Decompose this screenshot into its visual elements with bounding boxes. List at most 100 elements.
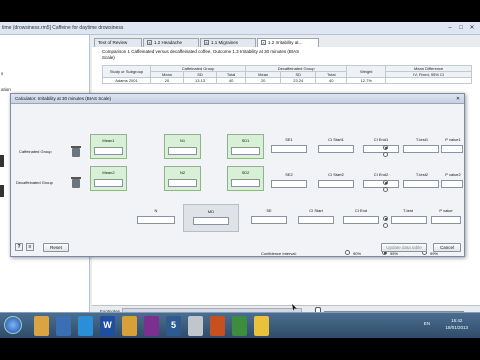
trash-icon[interactable] <box>71 146 81 157</box>
sd2-input[interactable] <box>231 179 260 187</box>
tab-headache[interactable]: × 1.2 Headache <box>143 38 199 47</box>
table-cell[interactable]: 12.7% <box>346 77 387 84</box>
sd2-label: SD2 <box>241 170 250 175</box>
ci-start2-input[interactable] <box>318 180 354 188</box>
p-value1-input[interactable] <box>441 145 463 153</box>
tab-migraines[interactable]: × 1.1 Migraines <box>200 38 256 47</box>
app-icon[interactable] <box>210 316 225 336</box>
ci-end-input[interactable] <box>343 216 379 224</box>
tab-irritability[interactable]: × 1.2 Irritability at... <box>257 38 319 47</box>
t-test1-radio-b[interactable] <box>383 152 388 157</box>
table-cell[interactable]: 13.13 <box>183 77 218 84</box>
sd1-label: SD1 <box>241 138 250 143</box>
se-label: SE <box>266 208 272 213</box>
t-test2-radio-b[interactable] <box>383 187 388 192</box>
close-tab-icon[interactable]: × <box>204 40 209 46</box>
reset-button[interactable]: Reset <box>43 243 69 252</box>
app-icon[interactable] <box>254 316 269 336</box>
update-data-table-button[interactable]: Update data table <box>381 243 427 252</box>
help-button[interactable]: ? <box>15 243 23 251</box>
n-label: N <box>154 208 158 213</box>
t-test-radio-a[interactable] <box>383 216 388 221</box>
t-test1-input[interactable] <box>403 145 439 153</box>
table-cell[interactable]: 40 <box>216 77 247 84</box>
ie-icon[interactable] <box>78 316 93 336</box>
clock[interactable]: 15:42 18/01/2013 <box>445 317 468 331</box>
t-test1-radio-a[interactable] <box>383 145 388 150</box>
t-test2-label: T-test2 <box>415 172 429 177</box>
calculator-icon[interactable]: ≡ <box>26 243 34 251</box>
ci-end-label: CI End <box>354 208 368 213</box>
n-input[interactable] <box>137 216 175 224</box>
ci-start-label: CI Start <box>309 208 323 213</box>
t-test2-radio-a[interactable] <box>383 180 388 185</box>
mean1-cell: Mean1 <box>90 134 127 159</box>
conf-90-radio[interactable] <box>345 250 350 255</box>
se2-input[interactable] <box>271 180 307 188</box>
minimize-icon[interactable]: – <box>446 24 454 32</box>
table-cell[interactable]: 20 <box>245 77 282 84</box>
cancel-button[interactable]: Cancel <box>433 243 461 252</box>
maximize-icon[interactable]: □ <box>457 24 465 32</box>
language-indicator[interactable]: EN <box>424 321 430 326</box>
t-test-input[interactable] <box>391 216 427 224</box>
app-icon[interactable] <box>188 316 203 336</box>
se1-input[interactable] <box>271 145 307 153</box>
p-value-input[interactable] <box>431 216 461 224</box>
p-value2-input[interactable] <box>441 180 463 188</box>
tree-item[interactable]: s <box>1 71 3 76</box>
explorer-icon[interactable] <box>34 316 49 336</box>
md-label: MD <box>207 209 215 214</box>
ci-start1-input[interactable] <box>318 145 354 153</box>
app-title: time (drowsiness.rm5] Caffeine for dayti… <box>2 25 124 31</box>
tab-text-of-review[interactable]: Text of Review <box>94 38 142 47</box>
trash-icon[interactable] <box>71 177 81 188</box>
mean1-label: Mean1 <box>102 138 115 143</box>
table-cell[interactable]: Adams 2001 <box>102 77 151 84</box>
mean2-input[interactable] <box>94 179 123 187</box>
md-input[interactable] <box>193 217 229 225</box>
close-tab-icon[interactable]: × <box>147 40 152 46</box>
tree-item[interactable]: ation <box>1 87 11 92</box>
confidence-label: Confidence Interval: <box>261 251 297 256</box>
table-cell[interactable]: 20 <box>149 77 185 84</box>
screen: time (drowsiness.rm5] Caffeine for dayti… <box>0 22 480 338</box>
table-row[interactable]: Adams 2001 20 13.13 40 20 23.24 40 12.7% <box>102 77 472 84</box>
ci-start-input[interactable] <box>298 216 334 224</box>
word-icon[interactable]: W <box>100 316 115 336</box>
n1-input[interactable] <box>168 147 197 155</box>
caffeinated-group-label: Caffeinated Group <box>19 149 52 154</box>
app5-icon[interactable]: 5 <box>166 316 181 336</box>
close-icon[interactable]: ✕ <box>455 96 461 102</box>
se1-label: SE1 <box>285 137 293 142</box>
t-test-radio-b[interactable] <box>383 223 388 228</box>
start-button[interactable] <box>4 316 22 334</box>
conf-90-label: 90% <box>353 251 362 256</box>
ci-end1-input[interactable] <box>363 145 399 153</box>
table-cell[interactable] <box>385 77 472 84</box>
decaffeinated-group-label: Decaffeinated Group <box>16 180 53 185</box>
outlook-icon[interactable] <box>122 316 137 336</box>
table-cell[interactable]: 23.24 <box>280 77 317 84</box>
close-icon[interactable]: ✕ <box>468 24 476 32</box>
excel-icon[interactable] <box>232 316 247 336</box>
revman-icon[interactable] <box>144 316 159 336</box>
md-cell: MD <box>183 204 239 232</box>
close-tab-icon[interactable]: × <box>261 40 266 46</box>
media-icon[interactable] <box>56 316 71 336</box>
sd1-input[interactable] <box>231 147 260 155</box>
n1-cell: N1 <box>164 134 201 159</box>
ci-end2-input[interactable] <box>363 180 399 188</box>
clock-time: 15:42 <box>451 318 463 323</box>
se-input[interactable] <box>251 216 287 224</box>
p-value2-label: P value2 <box>445 172 461 177</box>
col-header: Study or Subgroup <box>102 65 151 78</box>
n2-input[interactable] <box>168 179 197 187</box>
tree-marker <box>0 185 4 197</box>
n2-label: N2 <box>179 170 186 175</box>
taskbar: W 5 EN 15:42 18/01/2013 <box>0 312 480 338</box>
comparison-title: Comparison 1 Caffeinated versus decaffei… <box>102 49 300 60</box>
mean1-input[interactable] <box>94 147 123 155</box>
table-cell[interactable]: 40 <box>315 77 348 84</box>
t-test2-input[interactable] <box>403 180 439 188</box>
